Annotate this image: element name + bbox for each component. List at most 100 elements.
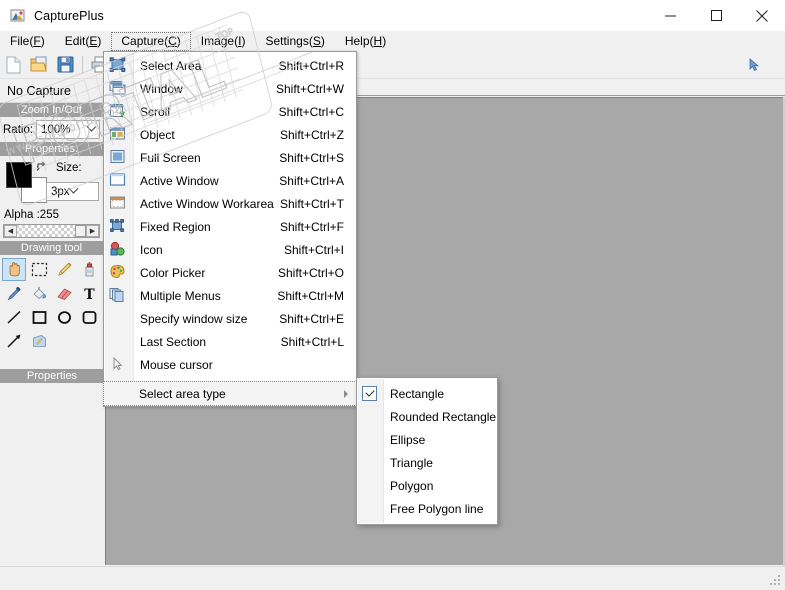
scroll-icon: [109, 103, 127, 120]
text-tool-icon[interactable]: T: [77, 282, 101, 305]
icon-capture-icon: [109, 241, 127, 258]
menu-item-specify-window-size[interactable]: Specify window size Shift+Ctrl+E: [104, 307, 356, 330]
alpha-decrease-icon[interactable]: ◀: [4, 225, 17, 237]
submenu-item-rectangle[interactable]: Rectangle: [357, 382, 497, 405]
spray-tool-icon[interactable]: [77, 258, 101, 281]
window-controls: [647, 0, 785, 31]
minimize-icon[interactable]: [647, 0, 693, 31]
menu-item-icon[interactable]: Icon Shift+Ctrl+I: [104, 238, 356, 261]
hand-tool-icon[interactable]: [2, 258, 26, 281]
ratio-row: Ratio: 100%: [0, 117, 103, 142]
menu-item-label: Object: [140, 127, 175, 142]
alpha-track[interactable]: [17, 225, 75, 237]
menu-item-window[interactable]: Window Shift+Ctrl+W: [104, 77, 356, 100]
chevron-down-icon: [83, 121, 99, 138]
submenu-item-triangle[interactable]: Triangle: [357, 451, 497, 474]
menu-bar: File(F) Edit(E) Capture(C) Image(I) Sett…: [0, 31, 785, 51]
menu-help-tail: ): [382, 33, 387, 48]
menu-item-accel: Shift+Ctrl+R: [278, 58, 344, 73]
submenu-item-free-polygon-line[interactable]: Free Polygon line: [357, 497, 497, 520]
submenu-item-polygon[interactable]: Polygon: [357, 474, 497, 497]
pencil-tool-icon[interactable]: [52, 258, 76, 281]
menu-item-fixed-region[interactable]: Fixed Region Shift+Ctrl+F: [104, 215, 356, 238]
ratio-value: 100%: [41, 123, 71, 136]
menu-file[interactable]: File(F): [0, 32, 55, 51]
menu-item-accel: Shift+Ctrl+W: [275, 81, 344, 96]
open-file-icon[interactable]: [26, 52, 52, 78]
save-file-icon[interactable]: [52, 52, 78, 78]
select-rect-tool-icon[interactable]: [27, 258, 51, 281]
resize-grip-icon[interactable]: [770, 575, 782, 587]
menu-help-mnemonic: H: [373, 33, 383, 48]
menu-edit[interactable]: Edit(E): [55, 32, 112, 51]
menu-item-full-screen[interactable]: Full Screen Shift+Ctrl+S: [104, 146, 356, 169]
menu-item-label: Scroll: [140, 104, 171, 119]
multiple-menus-icon: [109, 287, 127, 304]
close-icon[interactable]: [739, 0, 785, 31]
menu-item-mouse-cursor[interactable]: Mouse cursor: [104, 353, 356, 376]
menu-item-active-window-workarea[interactable]: Active Window Workarea Shift+Ctrl+T: [104, 192, 356, 215]
ellipse-tool-icon[interactable]: [52, 306, 76, 329]
alpha-slider[interactable]: ◀ ▶: [3, 224, 100, 238]
menu-image-label: Image(: [200, 33, 239, 48]
no-icon: [109, 385, 127, 402]
capture-status-label: No Capture: [0, 79, 103, 103]
menu-image[interactable]: Image(I): [191, 32, 256, 51]
application-window: CapturePlus File(F) Edit(E) Capture(C) I…: [0, 0, 785, 590]
menu-item-accel: Shift+Ctrl+C: [278, 104, 344, 119]
rounded-rect-tool-icon[interactable]: [77, 306, 101, 329]
new-file-icon[interactable]: [0, 52, 26, 78]
menu-item-color-picker[interactable]: Color Picker Shift+Ctrl+O: [104, 261, 356, 284]
svg-text:T: T: [84, 287, 95, 301]
menu-item-label: Full Screen: [140, 150, 201, 165]
area-type-submenu: Rectangle Rounded Rectangle Ellipse Tria…: [356, 377, 498, 525]
menu-item-accel: Shift+Ctrl+L: [280, 334, 344, 349]
maximize-icon[interactable]: [693, 0, 739, 31]
alpha-increase-icon[interactable]: ▶: [86, 225, 99, 237]
arrow-tool-icon[interactable]: [2, 330, 26, 353]
paint-bucket-tool-icon[interactable]: [27, 282, 51, 305]
capture-dropdown-menu: Select Area Shift+Ctrl+R Window Shift+Ct…: [103, 51, 357, 407]
submenu-item-rounded-rectangle[interactable]: Rounded Rectangle: [357, 405, 497, 428]
full-screen-icon: [109, 149, 127, 166]
menu-settings[interactable]: Settings(S): [255, 32, 334, 51]
menu-item-select-area-type[interactable]: Select area type: [103, 381, 357, 406]
line-tool-icon[interactable]: [2, 306, 26, 329]
chevron-down-icon: [70, 188, 77, 195]
highlighter-tool-icon[interactable]: [27, 330, 51, 353]
alpha-thumb[interactable]: [75, 225, 86, 237]
eraser-tool-icon[interactable]: [52, 282, 76, 305]
menu-item-accel: Shift+Ctrl+I: [283, 242, 344, 257]
menu-item-multiple-menus[interactable]: Multiple Menus Shift+Ctrl+M: [104, 284, 356, 307]
ratio-label: Ratio:: [3, 123, 34, 136]
menu-item-scroll[interactable]: Scroll Shift+Ctrl+C: [104, 100, 356, 123]
menu-capture-mnemonic: C: [168, 33, 177, 48]
object-icon: [109, 126, 127, 143]
ratio-combobox[interactable]: 100%: [36, 120, 100, 139]
menu-item-last-section[interactable]: Last Section Shift+Ctrl+L: [104, 330, 356, 353]
menu-item-active-window[interactable]: Active Window Shift+Ctrl+A: [104, 169, 356, 192]
window-title: CapturePlus: [34, 8, 104, 23]
submenu-item-ellipse[interactable]: Ellipse: [357, 428, 497, 451]
menu-item-select-area[interactable]: Select Area Shift+Ctrl+R: [104, 54, 356, 77]
zoom-section-header: Zoom In/Out: [0, 103, 103, 117]
rectangle-tool-icon[interactable]: [27, 306, 51, 329]
menu-item-accel: Shift+Ctrl+T: [279, 196, 344, 211]
foreground-color-swatch[interactable]: [6, 162, 32, 188]
properties-bottom-header: Properties: [0, 369, 104, 383]
color-picker-icon: [109, 264, 127, 281]
menu-capture[interactable]: Capture(C): [111, 31, 191, 51]
menu-settings-label: Settings(: [265, 33, 313, 48]
pointer-tool-icon[interactable]: [741, 52, 767, 78]
menu-item-accel: Shift+Ctrl+S: [279, 150, 344, 165]
eyedropper-tool-icon[interactable]: [2, 282, 26, 305]
size-combobox[interactable]: 3px: [46, 182, 99, 201]
menu-help[interactable]: Help(H): [335, 32, 396, 51]
menu-item-object[interactable]: Object Shift+Ctrl+Z: [104, 123, 356, 146]
menu-item-label: Icon: [140, 242, 163, 257]
menu-item-label: Window: [140, 81, 183, 96]
size-label: Size:: [56, 162, 82, 174]
menu-item-label: Fixed Region: [140, 219, 211, 234]
submenu-item-label: Rounded Rectangle: [390, 409, 497, 424]
swap-colors-icon[interactable]: [36, 161, 48, 173]
